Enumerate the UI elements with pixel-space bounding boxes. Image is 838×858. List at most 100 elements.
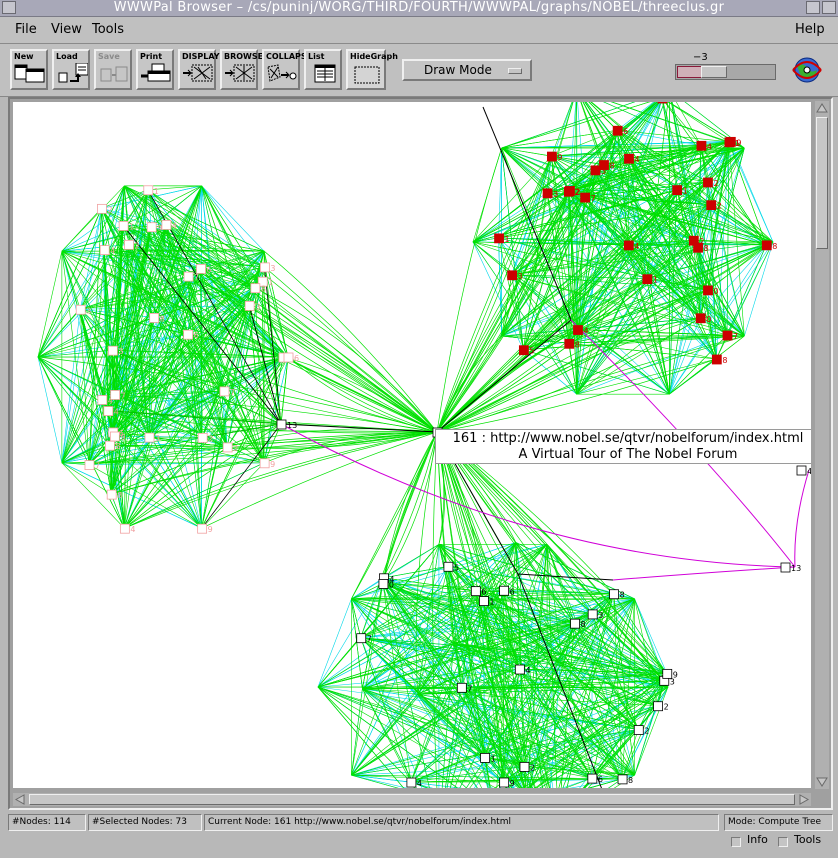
graph-node[interactable]: 2	[97, 203, 113, 214]
scroll-up-icon[interactable]	[815, 101, 829, 115]
graph-node[interactable]: 13	[780, 562, 801, 573]
graph-canvas[interactable]: 8398417782128436624317376923486994822491…	[13, 102, 811, 788]
vertical-scrollbar[interactable]	[815, 101, 829, 789]
graph-node[interactable]: 8	[609, 589, 625, 600]
graph-node[interactable]: 6	[587, 773, 603, 784]
graph-node[interactable]: 8	[761, 240, 777, 251]
graph-node[interactable]: 1	[642, 274, 658, 285]
graph-node[interactable]: 1	[672, 185, 688, 196]
graph-node[interactable]: 7	[722, 330, 738, 341]
graph-node[interactable]: 7	[356, 633, 372, 644]
scroll-down-icon[interactable]	[815, 775, 829, 789]
browse-button[interactable]: BROWSE	[220, 49, 263, 90]
graph-node[interactable]: 6	[470, 586, 486, 597]
graph-node[interactable]: 5	[518, 345, 534, 356]
window-maximize-button[interactable]	[822, 1, 836, 14]
graph-node[interactable]: 7	[110, 390, 126, 400]
graph-node[interactable]: 1	[478, 596, 494, 607]
graph-node[interactable]: 9	[259, 458, 275, 469]
menu-tools[interactable]: Tools	[92, 22, 124, 37]
graph-node[interactable]: 9	[546, 151, 562, 162]
graph-node[interactable]: 4	[696, 140, 712, 151]
graph-node[interactable]: 6	[612, 125, 628, 136]
horizontal-scroll-thumb[interactable]	[29, 794, 795, 805]
graph-node[interactable]: 8	[570, 618, 586, 629]
graph-node[interactable]: 0	[703, 285, 719, 296]
collapse-button[interactable]: COLLAPSE	[262, 49, 312, 90]
graph-node[interactable]: 4	[99, 245, 115, 256]
new-button[interactable]: New	[10, 49, 48, 90]
graph-node[interactable]: 6	[499, 585, 515, 596]
graph-node[interactable]: 2	[653, 701, 669, 712]
graph-node[interactable]: 1	[143, 185, 159, 196]
graph-node[interactable]: 9	[197, 523, 213, 534]
horizontal-scrollbar[interactable]	[13, 793, 811, 806]
graph-node[interactable]: 3	[587, 609, 603, 620]
graph-node[interactable]: 2	[222, 442, 238, 453]
graph-node[interactable]: 5	[443, 561, 459, 572]
graph-node[interactable]: 3	[75, 304, 91, 315]
graph-node[interactable]: 9	[109, 431, 125, 442]
graph-node[interactable]: 6	[283, 352, 299, 363]
menu-file[interactable]: File	[15, 22, 37, 37]
print-button[interactable]: Print	[136, 49, 174, 90]
graph-node[interactable]: 4	[161, 220, 177, 230]
save-button[interactable]: Save	[94, 49, 132, 90]
graph-node[interactable]: 8	[617, 774, 633, 785]
graph-node[interactable]: 7	[580, 192, 596, 203]
graph-node[interactable]: 3	[107, 345, 123, 356]
graph-node[interactable]: 3	[590, 165, 606, 176]
graph-node[interactable]: 4	[406, 777, 422, 788]
graph-node[interactable]: 2	[519, 762, 535, 772]
graph-node[interactable]: 7	[456, 682, 472, 693]
info-checkbox[interactable]	[731, 837, 741, 847]
list-button[interactable]: List	[304, 49, 342, 90]
graph-node[interactable]: 8	[104, 440, 120, 451]
graph-node-left-hub[interactable]: 13	[276, 419, 297, 430]
graph-node[interactable]: 1	[494, 233, 510, 244]
graph-node[interactable]: 4	[623, 240, 639, 251]
load-button[interactable]: Load	[52, 49, 90, 90]
menu-view[interactable]: View	[51, 22, 82, 37]
graph-node[interactable]: 3	[542, 188, 558, 199]
menu-help[interactable]: Help	[795, 22, 825, 37]
graph-node[interactable]: 8	[564, 338, 580, 349]
graph-node[interactable]: 2	[197, 432, 213, 443]
zoom-slider[interactable]	[675, 64, 776, 80]
graph-node[interactable]: 2	[706, 200, 722, 211]
graph-node[interactable]: 7	[219, 386, 235, 397]
graph-node[interactable]: 2	[565, 186, 581, 196]
graph-node[interactable]: 4	[796, 465, 811, 476]
graph-node[interactable]: 8	[149, 313, 165, 323]
graph-node[interactable]: 2	[633, 725, 649, 735]
graph-node[interactable]: 4	[573, 325, 589, 336]
graph-node[interactable]: 4	[103, 406, 119, 417]
graph-node[interactable]: 2	[703, 177, 719, 188]
mode-dropdown[interactable]: Draw Mode	[402, 59, 532, 81]
graph-node[interactable]: 8	[250, 283, 266, 294]
zoom-slider-thumb[interactable]	[700, 66, 727, 78]
tools-checkbox[interactable]	[778, 837, 788, 847]
graph-node[interactable]: 1	[480, 753, 496, 763]
window-minimize-button[interactable]	[806, 1, 820, 14]
graph-node[interactable]: 3	[507, 270, 523, 281]
graph-node[interactable]: 6	[183, 329, 199, 340]
scroll-left-icon[interactable]	[13, 793, 27, 807]
graph-node[interactable]: 4	[119, 523, 135, 534]
graph-node[interactable]: 8	[106, 489, 122, 500]
graph-node[interactable]: 7	[84, 460, 100, 471]
graph-node[interactable]: 3	[144, 432, 160, 443]
scroll-right-icon[interactable]	[797, 793, 811, 807]
graph-node[interactable]: 4	[624, 153, 640, 164]
graph-node[interactable]: 9	[499, 777, 515, 788]
graph-node[interactable]: 9	[662, 668, 678, 679]
graph-node[interactable]: 1	[118, 221, 134, 231]
graph-node[interactable]: 6	[196, 264, 212, 274]
graph-node[interactable]: 8	[693, 242, 709, 253]
graph-node[interactable]: 0	[378, 579, 394, 589]
graph-node[interactable]: 8	[711, 354, 727, 365]
graph-node[interactable]: 2	[124, 239, 140, 250]
window-menu-button[interactable]	[2, 1, 16, 14]
graph-node[interactable]: 0	[695, 313, 711, 324]
graph-node[interactable]: 9	[725, 136, 741, 147]
